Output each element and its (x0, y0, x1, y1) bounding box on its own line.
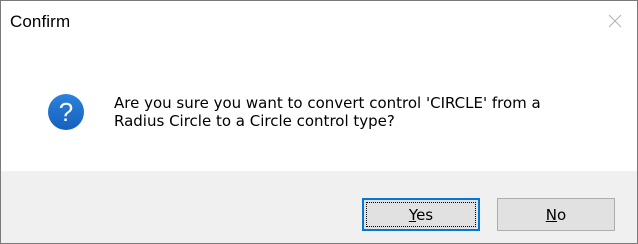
message-line-2: Radius Circle to a Circle control type? (114, 112, 395, 130)
no-button[interactable]: No (497, 198, 615, 231)
no-label-rest: o (557, 205, 567, 224)
no-button-label: No (546, 206, 566, 224)
confirm-dialog: Confirm ? Are you sure you want to conve… (0, 0, 638, 244)
message-text: Are you sure you want to convert control… (114, 94, 614, 130)
yes-button[interactable]: Yes (362, 198, 480, 231)
svg-text:?: ? (59, 97, 73, 127)
no-accelerator: N (545, 205, 558, 224)
yes-button-label: Yes (409, 206, 433, 224)
yes-label-rest: es (416, 205, 434, 224)
message-area: ? Are you sure you want to convert contr… (1, 45, 637, 171)
window-title: Confirm (10, 12, 71, 31)
close-button[interactable] (593, 1, 637, 41)
title-bar: Confirm (1, 1, 637, 45)
button-bar: Yes No (1, 171, 637, 243)
yes-accelerator: Y (408, 205, 417, 224)
question-icon: ? (48, 94, 84, 130)
message-line-1: Are you sure you want to convert control… (114, 94, 541, 112)
close-icon (608, 14, 622, 28)
